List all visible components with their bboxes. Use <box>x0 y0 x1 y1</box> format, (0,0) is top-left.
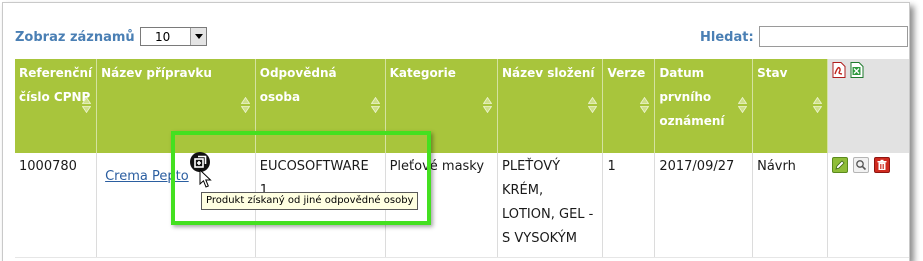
cell-status: Návrh <box>752 153 828 258</box>
page-size-select[interactable]: 10 <box>140 27 207 46</box>
sort-icon <box>482 97 492 113</box>
pdf-export-icon[interactable] <box>832 62 846 78</box>
cell-version: 1 <box>602 153 656 258</box>
sort-icon <box>640 97 650 113</box>
column-header-ref[interactable]: Referenční číslo CPNP <box>15 59 98 153</box>
column-header-exports <box>827 59 909 153</box>
products-table: Referenční číslo CPNP Název přípravku Od… <box>15 59 909 258</box>
records-per-page-label: Zobraz záznamů <box>15 30 135 45</box>
excel-export-icon[interactable] <box>850 62 864 78</box>
cell-formulation: PLEŤOVÝ KRÉM, LOTION, GEL - S VYSOKÝM <box>497 153 604 258</box>
search-input[interactable] <box>759 26 908 47</box>
table-toolbar: Zobraz záznamů 10 Hledat: <box>3 3 909 59</box>
column-header-version[interactable]: Verze <box>602 59 656 153</box>
highlight-box <box>171 131 431 225</box>
sort-icon <box>588 97 598 113</box>
sort-icon <box>240 97 250 113</box>
cell-date: 2017/09/27 <box>654 153 754 258</box>
column-header-formulation[interactable]: Název složení <box>497 59 604 153</box>
edit-pencil-icon[interactable] <box>831 157 848 173</box>
table-header-row: Referenční číslo CPNP Název přípravku Od… <box>15 59 909 153</box>
cell-ref: 1000780 <box>15 153 98 258</box>
trash-icon[interactable] <box>873 157 890 173</box>
screenshot-frame: Zobraz záznamů 10 Hledat: Referenční čís… <box>2 2 910 261</box>
page-size-value: 10 <box>155 30 171 44</box>
magnifier-icon[interactable] <box>852 157 869 173</box>
column-header-date[interactable]: Datum prvního oznámení <box>654 59 754 153</box>
cell-actions <box>827 153 909 258</box>
sort-icon <box>82 97 92 113</box>
search-label: Hledat: <box>700 30 754 45</box>
chevron-down-icon[interactable] <box>190 28 206 45</box>
sort-icon <box>812 97 822 113</box>
column-header-status[interactable]: Stav <box>752 59 828 153</box>
sort-icon <box>370 97 380 113</box>
sort-icon <box>738 97 748 113</box>
table-row: 1000780 Crema Pepto EUCOSOFTWARE 1 Pleťo… <box>15 153 909 258</box>
